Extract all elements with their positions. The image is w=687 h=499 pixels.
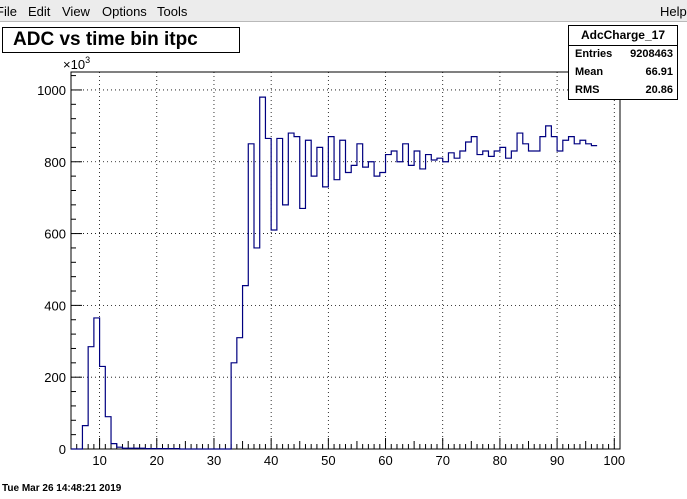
y-tick-label: 400: [44, 298, 66, 313]
histogram-line: [71, 96, 598, 450]
stats-entries-label: Entries: [575, 48, 613, 60]
chart-title: ADC vs time bin itpc: [2, 27, 240, 53]
x-tick-label: 30: [207, 453, 221, 468]
y-multiplier-label: ×103: [63, 55, 90, 72]
y-tick-label: 200: [44, 370, 66, 385]
x-tick-label: 50: [321, 453, 335, 468]
axis-tick-labels: 10 20 30 40 50 60 70 80 90 10002004006008001000: [37, 83, 625, 468]
stats-rms-label: RMS: [575, 84, 600, 96]
x-tick-label: 10: [92, 453, 106, 468]
y-tick-label: 800: [44, 155, 66, 170]
plot-frame: [70, 71, 621, 450]
axis-ticks: [71, 75, 621, 450]
x-tick-label: 60: [378, 453, 392, 468]
stats-row-entries: Entries 9208463: [575, 45, 673, 63]
stats-rms-value: 20.86: [645, 84, 673, 96]
x-tick-label: 20: [150, 453, 164, 468]
y-tick-label: 600: [44, 227, 66, 242]
stats-histogram-name: AdcCharge_17: [569, 26, 677, 46]
y-tick-label: 0: [59, 442, 66, 457]
stats-mean-value: 66.91: [645, 66, 673, 78]
x-tick-label: 90: [550, 453, 564, 468]
stats-row-mean: Mean 66.91: [575, 63, 673, 81]
x-tick-label: 40: [264, 453, 278, 468]
x-tick-label: 100: [603, 453, 625, 468]
stats-entries-value: 9208463: [630, 48, 673, 60]
y-tick-label: 1000: [37, 83, 66, 98]
timestamp-footer: Tue Mar 26 14:48:21 2019: [2, 483, 122, 494]
x-tick-label: 80: [493, 453, 507, 468]
stats-row-rms: RMS 20.86: [575, 81, 673, 99]
x-tick-label: 70: [435, 453, 449, 468]
stats-mean-label: Mean: [575, 66, 604, 78]
grid-lines: [71, 72, 620, 450]
stats-box: AdcCharge_17 Entries 9208463 Mean 66.91 …: [568, 25, 678, 100]
